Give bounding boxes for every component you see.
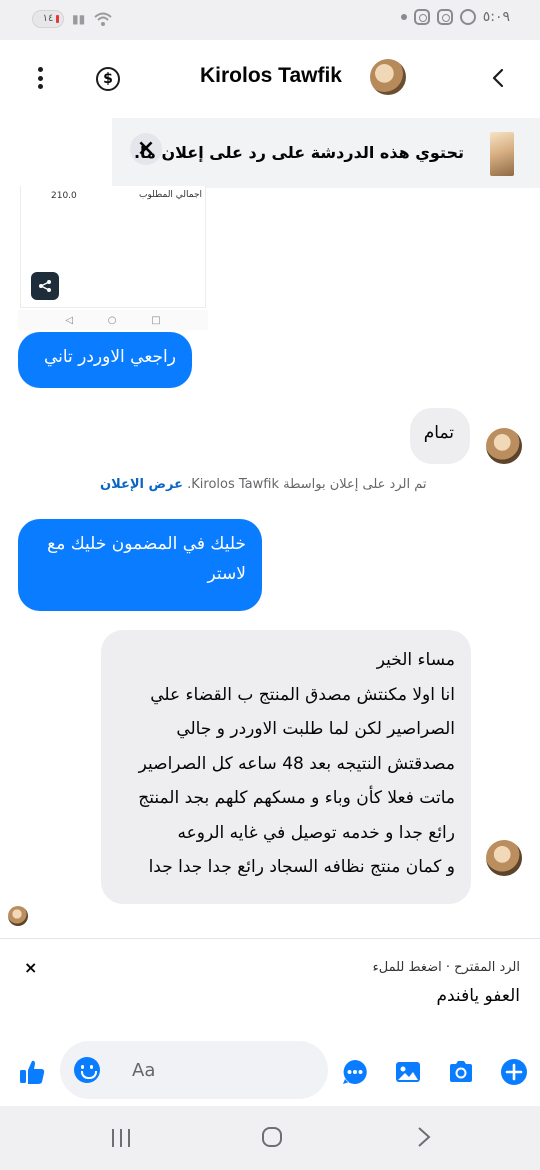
contact-avatar-small[interactable] (486, 428, 522, 464)
order-total-value: 210.0 (51, 191, 77, 201)
message-bubble-outgoing[interactable]: راجعي الاوردر تاني (18, 332, 192, 388)
more-options-icon[interactable] (30, 64, 50, 92)
message-bubble-outgoing[interactable]: خليك في المضمون خليك مع لاستر (18, 519, 262, 611)
message-text: خليك في المضمون خليك مع لاستر (47, 534, 246, 584)
status-bar: ١٤ ▮▮ ٥:٠٩ (0, 0, 540, 40)
suggested-reply[interactable]: العفو يافندم (436, 986, 520, 1006)
read-receipt-avatar (8, 906, 28, 926)
message-text: راجعي الاوردر تاني (43, 347, 176, 367)
message-composer: Aa (0, 1036, 540, 1106)
more-dots-icon[interactable] (341, 1058, 369, 1086)
message-line: انا اولا مكنتش مصدق المنتج ب القضاء علي (150, 684, 455, 705)
ad-reply-note: تم الرد على إعلان بواسطة Kirolos Tawfik.… (100, 477, 427, 492)
contact-avatar-small[interactable] (486, 840, 522, 876)
message-text: تمام (423, 423, 454, 443)
message-line: الصراصير لكن لما طلبت الاوردر و جالي (176, 719, 455, 739)
divider (0, 938, 540, 939)
order-total-label: اجمالي المطلوب (139, 190, 203, 200)
battery-level: ١٤ (42, 13, 54, 24)
contact-name[interactable]: Kirolos Tawfik (200, 64, 342, 88)
gallery-icon[interactable] (394, 1058, 422, 1086)
message-line: مساء الخير (376, 650, 455, 670)
message-bubble-incoming[interactable]: مساء الخير انا اولا مكنتش مصدق المنتج ب … (101, 630, 471, 904)
banner-text: تحتوي هذه الدردشة على رد على إعلان ما. (133, 143, 464, 162)
battery-icon: ١٤ (32, 10, 64, 28)
system-nav-bar (0, 1106, 540, 1170)
camera-icon[interactable] (447, 1058, 475, 1086)
instagram-icon (436, 9, 453, 25)
ad-reply-banner: × تحتوي هذه الدردشة على رد على إعلان ما. (112, 118, 540, 188)
screenshot-image[interactable]: اجمالي المطلوب 210.0 (20, 186, 206, 308)
message-input[interactable]: Aa (60, 1041, 328, 1099)
view-ad-link[interactable]: عرض الإعلان (100, 477, 183, 492)
signal-icon: ▮▮ (72, 12, 86, 26)
plus-icon[interactable] (500, 1058, 528, 1086)
payment-icon[interactable]: $ (96, 67, 120, 91)
message-line: رائع جدا و خدمه توصيل في غايه الروعه (177, 822, 455, 843)
app-notification-icon (459, 9, 476, 25)
instagram-icon (413, 9, 430, 25)
share-icon[interactable] (31, 272, 59, 300)
nav-home-icon: ○ (107, 314, 117, 326)
suggested-reply-label: الرد المقترح · اضغط للملء (372, 960, 520, 975)
thumbs-up-icon[interactable] (18, 1058, 46, 1086)
message-placeholder: Aa (132, 1060, 156, 1081)
notification-dot-icon (400, 14, 407, 20)
image-message[interactable]: اجمالي المطلوب 210.0 ◁ ○ □ (18, 186, 208, 332)
message-bubble-incoming[interactable]: تمام (410, 408, 470, 464)
wifi-icon (94, 12, 112, 26)
back-nav-icon[interactable] (416, 1126, 432, 1148)
suggestion-close-button[interactable]: × (24, 958, 37, 977)
recents-icon[interactable] (110, 1128, 132, 1148)
back-icon[interactable] (490, 66, 508, 90)
nav-recents-icon: □ (151, 314, 161, 326)
home-icon[interactable] (261, 1126, 283, 1148)
status-time: ٥:٠٩ (482, 9, 510, 25)
ad-note-text: تم الرد على إعلان بواسطة Kirolos Tawfik. (187, 477, 427, 492)
message-line: ماتت فعلا كأن وباء و مسكهم كلهم بجد المن… (138, 788, 455, 808)
nav-back-icon: ◁ (65, 314, 74, 326)
emoji-icon[interactable] (74, 1057, 100, 1083)
message-line: مصدقتش النتيجه بعد 48 ساعه كل الصراصير (138, 753, 455, 774)
ad-thumbnail[interactable] (490, 132, 514, 176)
screenshot-nav-bar: ◁ ○ □ (18, 310, 208, 330)
contact-avatar[interactable] (370, 59, 406, 95)
message-line: و كمان منتج نظافه السجاد رائع جدا جدا جد… (148, 857, 455, 877)
chat-header: $ Kirolos Tawfik (0, 40, 540, 116)
